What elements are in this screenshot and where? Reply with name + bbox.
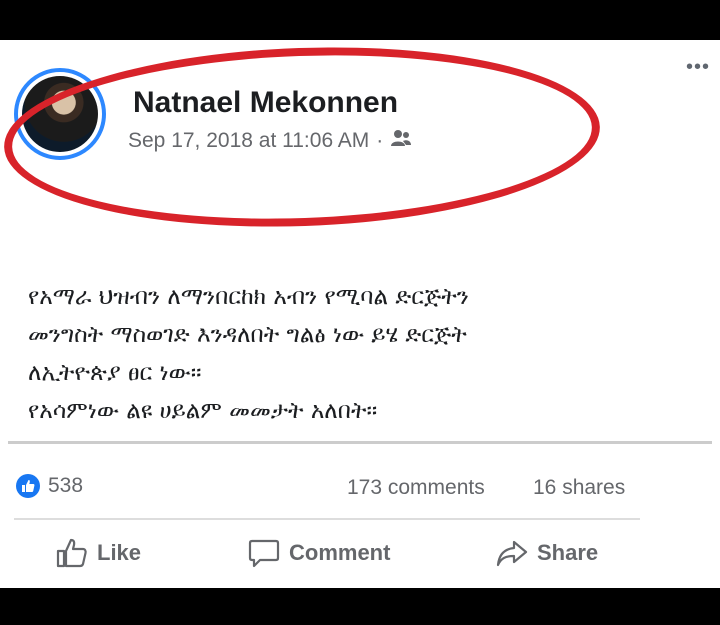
share-label: Share xyxy=(537,540,599,565)
action-bar: Like Comment Share xyxy=(0,538,720,578)
divider xyxy=(14,518,640,520)
share-count[interactable]: 16 shares xyxy=(533,476,625,500)
comment-icon xyxy=(248,539,280,568)
friends-icon[interactable] xyxy=(390,129,412,153)
comment-label: Comment xyxy=(289,540,391,565)
divider xyxy=(8,441,712,444)
post-meta: Sep 17, 2018 at 11:06 AM · xyxy=(128,129,412,153)
like-count[interactable]: 538 xyxy=(16,474,83,498)
timestamp[interactable]: Sep 17, 2018 at 11:06 AM xyxy=(128,129,369,153)
thumbs-up-icon xyxy=(56,538,87,568)
like-reaction-icon xyxy=(16,474,40,498)
more-options-icon[interactable]: ••• xyxy=(686,56,710,79)
share-arrow-icon xyxy=(496,540,528,567)
profile-photo xyxy=(22,76,98,152)
author-name[interactable]: Natnael Mekonnen xyxy=(133,86,398,120)
facebook-post-card: ••• Natnael Mekonnen Sep 17, 2018 at 11:… xyxy=(0,37,720,588)
like-button[interactable]: Like xyxy=(56,538,141,568)
comment-count[interactable]: 173 comments xyxy=(347,476,485,500)
like-count-text: 538 xyxy=(48,474,84,497)
like-label: Like xyxy=(97,540,142,565)
meta-separator: · xyxy=(376,129,384,152)
post-text: የአማራ ህዝብን ለማንበርከክ አብን የሚባል ድርጅትን መንግስት ማ… xyxy=(28,284,469,424)
comment-button[interactable]: Comment xyxy=(248,538,390,568)
avatar[interactable] xyxy=(14,68,106,160)
share-button[interactable]: Share xyxy=(496,538,598,568)
